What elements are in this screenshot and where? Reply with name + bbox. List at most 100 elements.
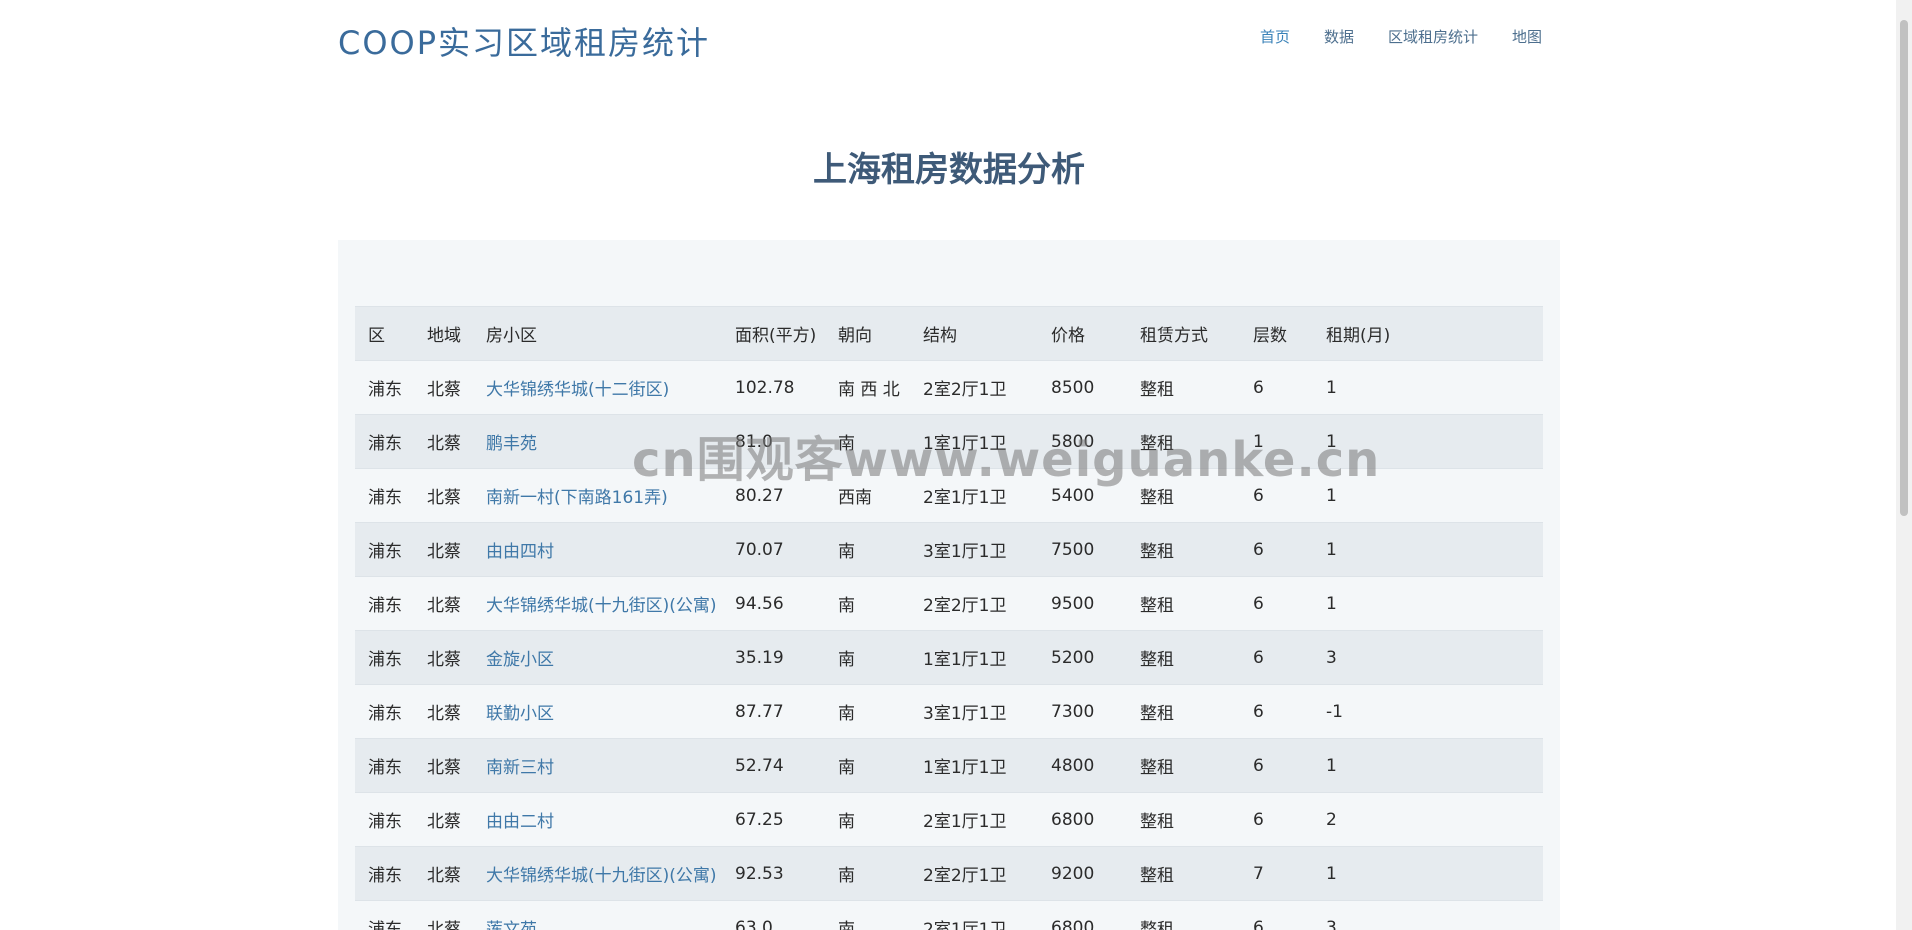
cell-area: 北蔡 (414, 522, 473, 577)
table-panel: 区 地域 房小区 面积(平方) 朝向 结构 价格 租赁方式 层数 租期(月) 浦… (338, 240, 1560, 930)
cell-rent-type: 整租 (1127, 846, 1240, 901)
cell-rent-type: 整租 (1127, 684, 1240, 739)
cell-district: 浦东 (355, 738, 414, 793)
col-floors: 层数 (1240, 306, 1313, 361)
cell-floors: 7 (1240, 846, 1313, 901)
cell-floors: 6 (1240, 576, 1313, 631)
cell-district: 浦东 (355, 360, 414, 415)
cell-lease-term: 1 (1313, 414, 1543, 469)
cell-community: 由由二村 (473, 792, 722, 847)
table-row: 浦东 北蔡 联勤小区 87.77 南 3室1厅1卫 7300 整租 6 -1 (355, 684, 1543, 739)
community-link[interactable]: 由由二村 (486, 812, 554, 832)
cell-community: 鹏丰苑 (473, 414, 722, 469)
table-row: 浦东 北蔡 大华锦绣华城(十九街区)(公寓) 94.56 南 2室2厅1卫 9500 整租 6 1 (355, 576, 1543, 631)
table-row: 浦东 北蔡 大华锦绣华城(十二街区) 102.78 南 西 北 2室2厅1卫 8500 整租 6… (355, 360, 1543, 415)
cell-orientation: 南 (825, 738, 910, 793)
cell-district: 浦东 (355, 846, 414, 901)
col-orientation: 朝向 (825, 306, 910, 361)
community-link[interactable]: 大华锦绣华城(十九街区)(公寓) (486, 866, 717, 886)
cell-layout: 2室2厅1卫 (910, 576, 1038, 631)
cell-layout: 1室1厅1卫 (910, 630, 1038, 685)
cell-community: 大华锦绣华城(十二街区) (473, 360, 722, 415)
table-body: 浦东 北蔡 大华锦绣华城(十二街区) 102.78 南 西 北 2室2厅1卫 8500 整租 6… (355, 360, 1543, 930)
nav-home[interactable]: 首页 (1260, 26, 1290, 47)
col-rent-type: 租赁方式 (1127, 306, 1240, 361)
cell-orientation: 南 (825, 630, 910, 685)
cell-lease-term: 1 (1313, 468, 1543, 523)
cell-size: 92.53 (722, 846, 825, 901)
cell-floors: 6 (1240, 900, 1313, 930)
cell-rent-type: 整租 (1127, 468, 1240, 523)
community-link[interactable]: 由由四村 (486, 542, 554, 562)
community-link[interactable]: 大华锦绣华城(十二街区) (486, 380, 669, 400)
cell-area: 北蔡 (414, 792, 473, 847)
cell-layout: 2室1厅1卫 (910, 900, 1038, 930)
cell-area: 北蔡 (414, 630, 473, 685)
cell-orientation: 西南 (825, 468, 910, 523)
cell-community: 联勤小区 (473, 684, 722, 739)
cell-lease-term: 1 (1313, 360, 1543, 415)
cell-orientation: 南 (825, 414, 910, 469)
main-container: COOP实习区域租房统计 首页 数据 区域租房统计 地图 上海租房数据分析 区 … (338, 0, 1560, 930)
nav-map[interactable]: 地图 (1512, 26, 1542, 47)
cell-price: 5200 (1038, 630, 1127, 685)
cell-rent-type: 整租 (1127, 792, 1240, 847)
nav-region-stats[interactable]: 区域租房统计 (1388, 26, 1478, 47)
page: COOP实习区域租房统计 首页 数据 区域租房统计 地图 上海租房数据分析 区 … (0, 0, 1912, 930)
cell-district: 浦东 (355, 684, 414, 739)
cell-district: 浦东 (355, 900, 414, 930)
cell-floors: 6 (1240, 738, 1313, 793)
col-district: 区 (355, 306, 414, 361)
cell-area: 北蔡 (414, 684, 473, 739)
table-row: 浦东 北蔡 由由二村 67.25 南 2室1厅1卫 6800 整租 6 2 (355, 792, 1543, 847)
cell-community: 南新一村(下南路161弄) (473, 468, 722, 523)
cell-area: 北蔡 (414, 414, 473, 469)
community-link[interactable]: 南新一村(下南路161弄) (486, 488, 668, 508)
col-area: 地域 (414, 306, 473, 361)
vertical-scrollbar[interactable] (1896, 0, 1912, 930)
community-link[interactable]: 联勤小区 (486, 704, 554, 724)
cell-size: 80.27 (722, 468, 825, 523)
table-row: 浦东 北蔡 大华锦绣华城(十九街区)(公寓) 92.53 南 2室2厅1卫 9200 整租 7 1 (355, 846, 1543, 901)
cell-rent-type: 整租 (1127, 900, 1240, 930)
community-link[interactable]: 金旋小区 (486, 650, 554, 670)
cell-area: 北蔡 (414, 360, 473, 415)
cell-size: 94.56 (722, 576, 825, 631)
cell-price: 4800 (1038, 738, 1127, 793)
cell-lease-term: 1 (1313, 846, 1543, 901)
cell-size: 70.07 (722, 522, 825, 577)
cell-floors: 6 (1240, 630, 1313, 685)
cell-price: 5400 (1038, 468, 1127, 523)
cell-community: 金旋小区 (473, 630, 722, 685)
cell-community: 大华锦绣华城(十九街区)(公寓) (473, 846, 722, 901)
nav-data[interactable]: 数据 (1324, 26, 1354, 47)
header: COOP实习区域租房统计 首页 数据 区域租房统计 地图 (338, 0, 1560, 78)
cell-rent-type: 整租 (1127, 630, 1240, 685)
community-link[interactable]: 大华锦绣华城(十九街区)(公寓) (486, 596, 717, 616)
cell-size: 81.0 (722, 414, 825, 469)
cell-lease-term: 1 (1313, 576, 1543, 631)
cell-area: 北蔡 (414, 846, 473, 901)
cell-layout: 3室1厅1卫 (910, 522, 1038, 577)
cell-orientation: 南 西 北 (825, 360, 910, 415)
scrollbar-thumb[interactable] (1900, 20, 1908, 516)
cell-lease-term: 3 (1313, 900, 1543, 930)
community-link[interactable]: 南新三村 (486, 758, 554, 778)
cell-price: 5800 (1038, 414, 1127, 469)
cell-community: 由由四村 (473, 522, 722, 577)
cell-layout: 2室2厅1卫 (910, 846, 1038, 901)
community-link[interactable]: 鹏丰苑 (486, 434, 537, 454)
cell-layout: 3室1厅1卫 (910, 684, 1038, 739)
cell-rent-type: 整租 (1127, 522, 1240, 577)
brand-title[interactable]: COOP实习区域租房统计 (338, 18, 710, 64)
cell-layout: 2室1厅1卫 (910, 468, 1038, 523)
cell-layout: 1室1厅1卫 (910, 738, 1038, 793)
community-link[interactable]: 莲文苑 (486, 920, 537, 930)
cell-rent-type: 整租 (1127, 414, 1240, 469)
cell-district: 浦东 (355, 792, 414, 847)
cell-layout: 1室1厅1卫 (910, 414, 1038, 469)
cell-district: 浦东 (355, 630, 414, 685)
table-row: 浦东 北蔡 鹏丰苑 81.0 南 1室1厅1卫 5800 整租 1 1 (355, 414, 1543, 469)
cell-rent-type: 整租 (1127, 738, 1240, 793)
cell-price: 8500 (1038, 360, 1127, 415)
